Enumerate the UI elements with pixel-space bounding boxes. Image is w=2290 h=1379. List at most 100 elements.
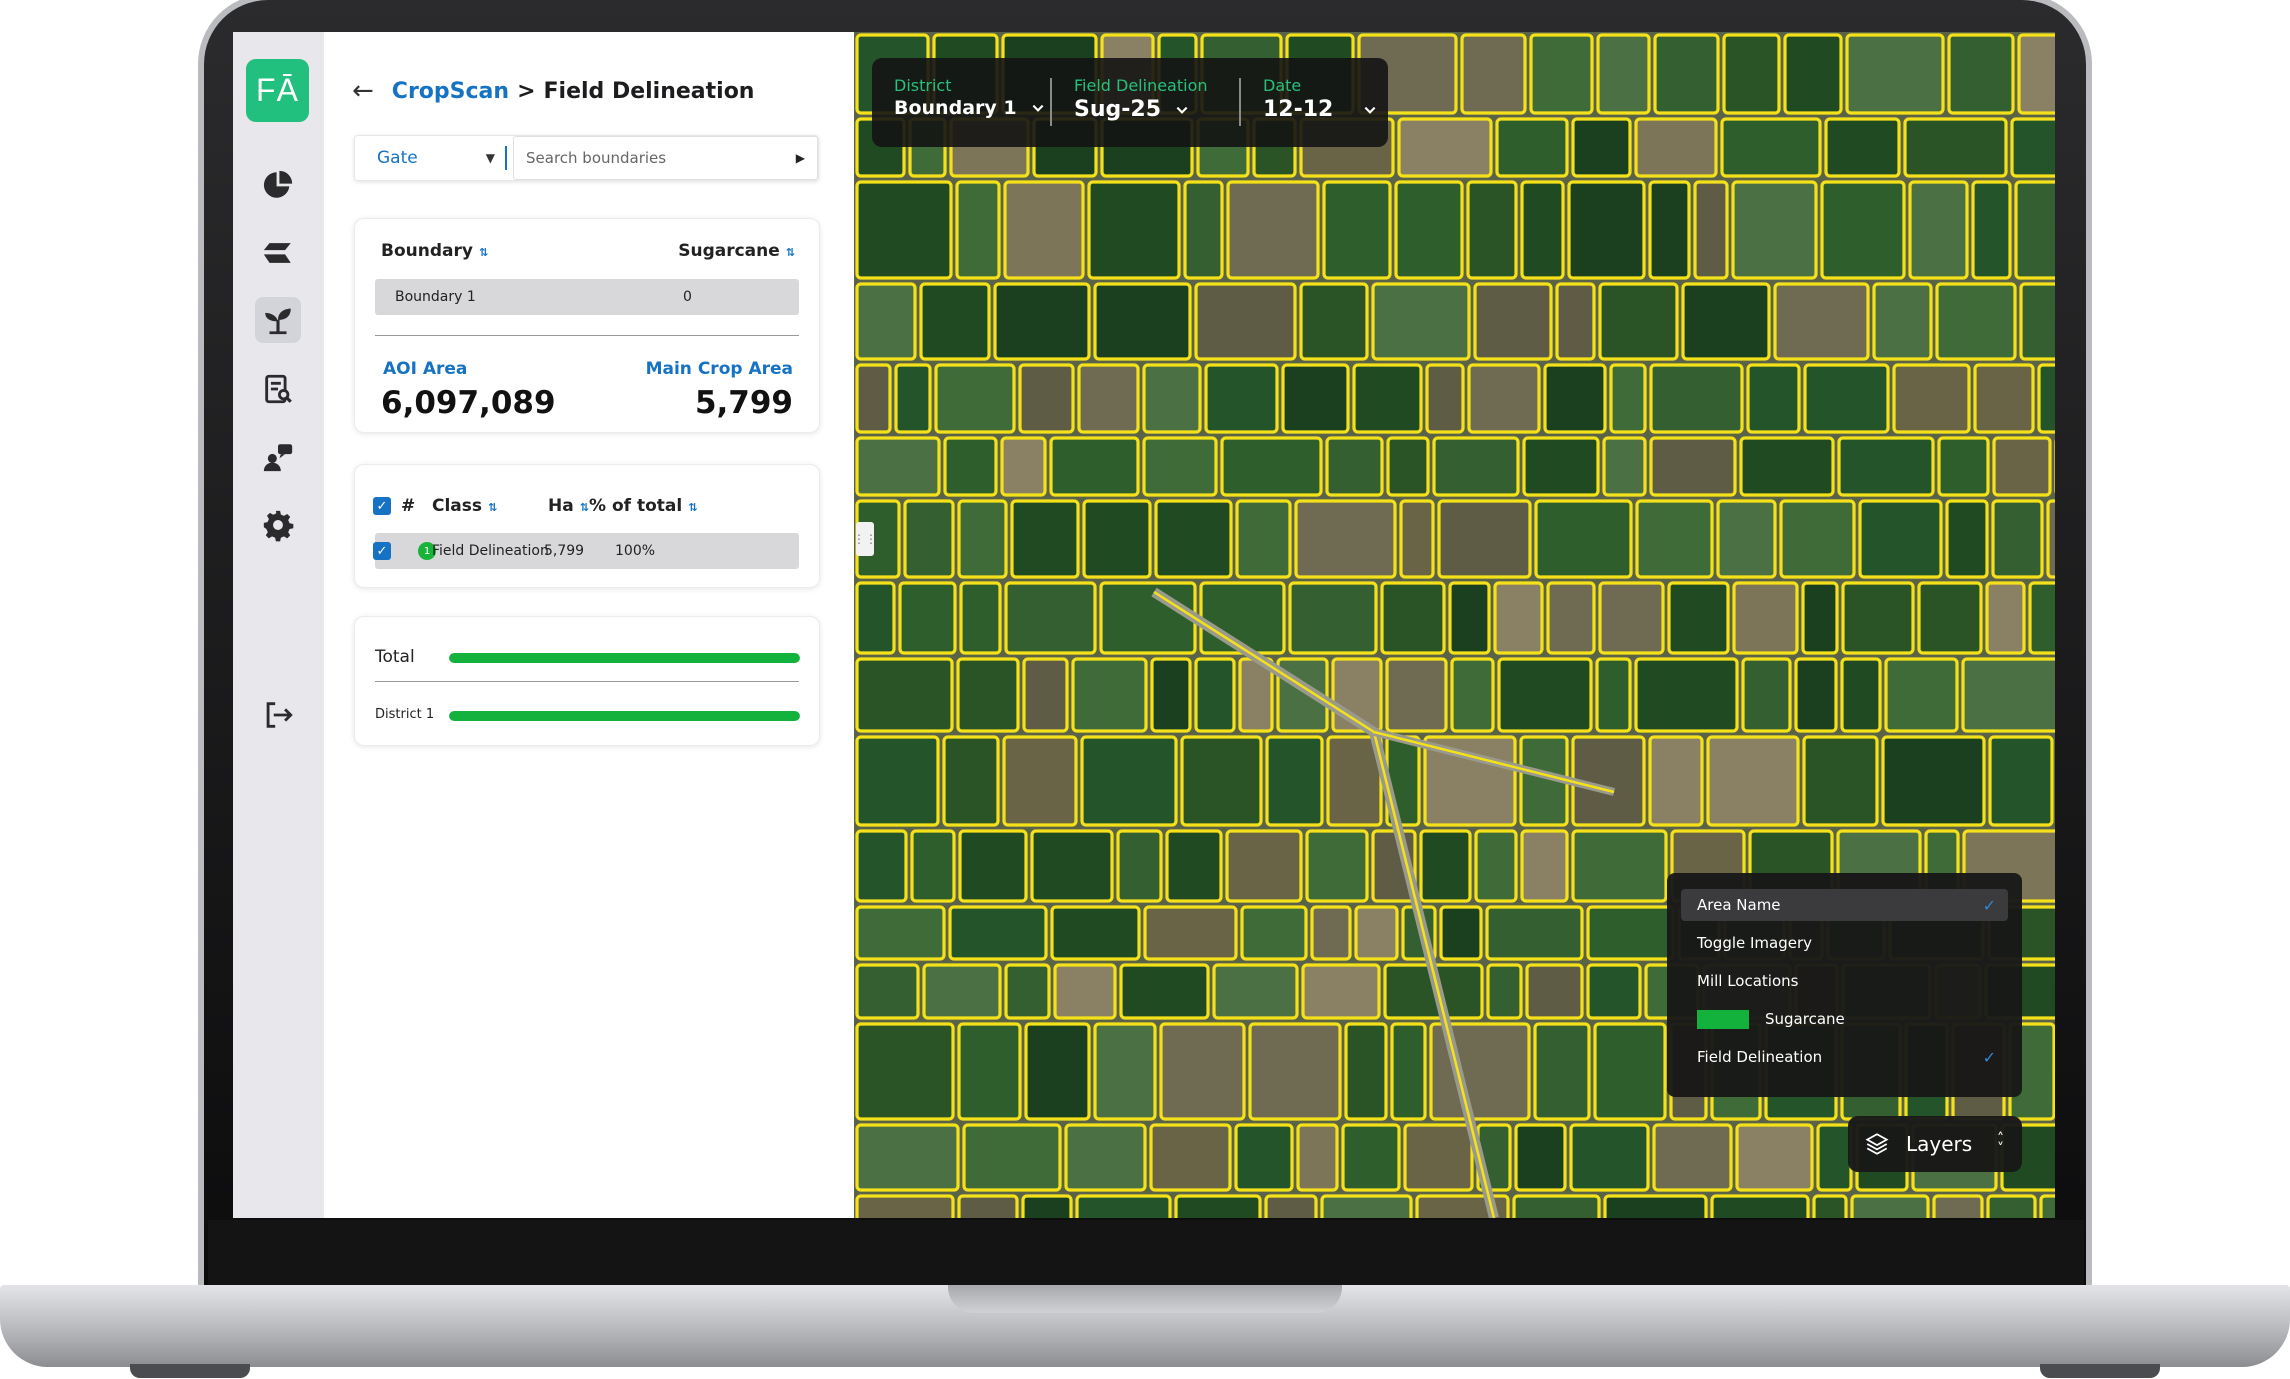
laptop-bezel-bottom bbox=[208, 1220, 2084, 1290]
class-name: Field Delineation bbox=[432, 543, 549, 559]
date-value: 12-12 bbox=[1263, 97, 1334, 122]
chevron-down-icon bbox=[1364, 106, 1376, 114]
layer-label: Mill Locations bbox=[1697, 972, 1799, 990]
divider bbox=[1239, 78, 1241, 126]
layer-label: Area Name bbox=[1697, 896, 1781, 914]
rail-crop-button[interactable] bbox=[255, 297, 301, 343]
arrow-left-icon[interactable]: ← bbox=[352, 76, 374, 106]
boundary-row[interactable]: Boundary 1 0 bbox=[375, 279, 799, 315]
boundary-filter: Gate ▼ Search boundaries ▶ bbox=[354, 135, 819, 181]
boundary-summary-card: Boundary ⇅ Sugarcane ⇅ Boundary 1 0 AOI Ar… bbox=[354, 218, 820, 433]
divider bbox=[375, 335, 799, 336]
rail-dashboard-button[interactable] bbox=[255, 162, 301, 208]
rail-settings-button[interactable] bbox=[255, 502, 301, 548]
sugarcane-column-header[interactable]: Sugarcane ⇅ bbox=[678, 241, 795, 261]
map-toolbar: District Boundary 1 Field Delineation Su… bbox=[872, 58, 1388, 147]
caret-right-icon[interactable]: ▶ bbox=[796, 151, 805, 165]
page-title: Field Delineation bbox=[543, 78, 755, 104]
laptop-foot-left bbox=[130, 1364, 250, 1378]
layers-button[interactable]: Layers ˄ ˅ bbox=[1848, 1116, 2022, 1172]
ha-column-header[interactable]: Ha ⇅ bbox=[548, 496, 589, 516]
divider bbox=[1050, 78, 1052, 126]
layer-mill-locations[interactable]: Mill Locations bbox=[1681, 965, 2008, 997]
gear-icon bbox=[263, 510, 294, 542]
boundary-name: Boundary 1 bbox=[395, 289, 476, 305]
rail-reports-button[interactable] bbox=[255, 366, 301, 412]
layer-area-name[interactable]: Area Name ✓ bbox=[1681, 889, 2008, 921]
satellite-map[interactable]: ⋮⋮ District Boundary 1 Field Delineation… bbox=[854, 32, 2055, 1218]
class-column-header[interactable]: Class ⇅ bbox=[432, 496, 497, 516]
breadcrumb-separator: > bbox=[517, 78, 536, 104]
date-label: Date bbox=[1263, 76, 1302, 95]
class-pct: 100% bbox=[615, 543, 656, 559]
delineation-dropdown[interactable]: Field Delineation Sug-25 bbox=[1074, 76, 1208, 122]
district-label: District 1 bbox=[375, 707, 435, 722]
class-table-card: ✓ # Class ⇅ Ha ⇅ % of total ⇅ ✓ 1 Field Del… bbox=[354, 464, 820, 588]
check-icon: ✓ bbox=[1982, 895, 1996, 915]
search-input[interactable]: Search boundaries ▶ bbox=[513, 136, 818, 180]
app-logo[interactable]: FĀ bbox=[246, 59, 309, 122]
row-checkbox[interactable]: ✓ bbox=[373, 542, 391, 560]
screen: FĀ ← CropScan > Field Delineation Gate ▼… bbox=[233, 32, 2055, 1218]
chevron-updown-icon: ˄ ˅ bbox=[1997, 1131, 2004, 1157]
boundary-value: 0 bbox=[683, 289, 692, 305]
main-crop-area-label: Main Crop Area bbox=[645, 359, 793, 379]
boundary-column-header[interactable]: Boundary ⇅ bbox=[381, 241, 488, 261]
caret-down-icon: ▼ bbox=[485, 151, 495, 165]
layer-toggle-imagery[interactable]: Toggle Imagery bbox=[1681, 927, 2008, 959]
total-progress-bar bbox=[449, 653, 800, 663]
class-row[interactable]: ✓ 1 Field Delineation 5,799 100% bbox=[373, 533, 799, 569]
sprout-icon bbox=[265, 308, 291, 335]
layer-field-delineation[interactable]: Field Delineation ✓ bbox=[1681, 1041, 2008, 1073]
date-dropdown[interactable]: Date 12-12 bbox=[1263, 76, 1377, 122]
layer-label: Sugarcane bbox=[1765, 1010, 1845, 1028]
icon-rail: FĀ bbox=[233, 32, 324, 1218]
main-crop-area-value: 5,799 bbox=[694, 385, 793, 421]
report-search-icon bbox=[265, 374, 292, 404]
check-icon: ✓ bbox=[1982, 1047, 1996, 1067]
laptop-foot-right bbox=[2040, 1364, 2160, 1378]
sort-icon: ⇅ bbox=[785, 246, 795, 259]
pie-chart-icon bbox=[263, 170, 293, 198]
select-all-checkbox[interactable]: ✓ bbox=[373, 497, 391, 515]
rail-layers-button[interactable] bbox=[255, 230, 301, 276]
legend-swatch bbox=[1697, 1009, 1749, 1029]
sort-icon: ⇅ bbox=[579, 501, 589, 514]
delineation-value: Sug-25 bbox=[1074, 97, 1162, 122]
layers-button-label: Layers bbox=[1906, 1132, 1973, 1156]
layer-label: Field Delineation bbox=[1697, 1048, 1823, 1066]
sort-icon: ⇅ bbox=[688, 501, 698, 514]
rail-support-button[interactable] bbox=[255, 434, 301, 480]
aoi-area-label: AOI Area bbox=[383, 359, 468, 379]
layer-sugarcane[interactable]: Sugarcane bbox=[1681, 1003, 2008, 1035]
logout-icon bbox=[266, 702, 293, 728]
chevron-down-icon bbox=[1032, 104, 1044, 112]
total-label: Total bbox=[375, 647, 415, 667]
rail-logout-button[interactable] bbox=[255, 692, 301, 738]
layers-icon bbox=[1865, 1133, 1889, 1155]
aoi-area-value: 6,097,089 bbox=[381, 385, 556, 421]
user-chat-icon bbox=[263, 444, 293, 472]
side-panel: ← CropScan > Field Delineation Gate ▼ Se… bbox=[324, 32, 854, 1218]
num-column-header: # bbox=[401, 496, 416, 516]
layer-label: Toggle Imagery bbox=[1697, 934, 1813, 952]
district-dropdown[interactable]: District Boundary 1 bbox=[894, 76, 1045, 119]
layers-menu: Area Name ✓ Toggle Imagery Mill Location… bbox=[1667, 873, 2022, 1097]
district-progress-bar bbox=[449, 711, 800, 721]
delineation-label: Field Delineation bbox=[1074, 76, 1208, 95]
stack-icon bbox=[263, 243, 291, 263]
district-value: Boundary 1 bbox=[894, 97, 1017, 119]
drag-handle-icon[interactable]: ⋮⋮ bbox=[854, 522, 877, 556]
sort-icon: ⇅ bbox=[488, 501, 498, 514]
totals-card: Total District 1 bbox=[354, 616, 820, 746]
gate-select-label: Gate bbox=[377, 148, 418, 168]
class-ha: 5,799 bbox=[544, 543, 585, 559]
breadcrumb: ← CropScan > Field Delineation bbox=[352, 76, 754, 106]
chevron-down-icon bbox=[1176, 106, 1188, 114]
breadcrumb-app-link[interactable]: CropScan bbox=[392, 79, 509, 104]
sort-icon: ⇅ bbox=[478, 246, 489, 259]
pct-column-header[interactable]: % of total ⇅ bbox=[589, 496, 697, 516]
search-placeholder: Search boundaries bbox=[526, 149, 667, 167]
divider bbox=[375, 681, 799, 682]
gate-select[interactable]: Gate ▼ bbox=[355, 146, 507, 170]
